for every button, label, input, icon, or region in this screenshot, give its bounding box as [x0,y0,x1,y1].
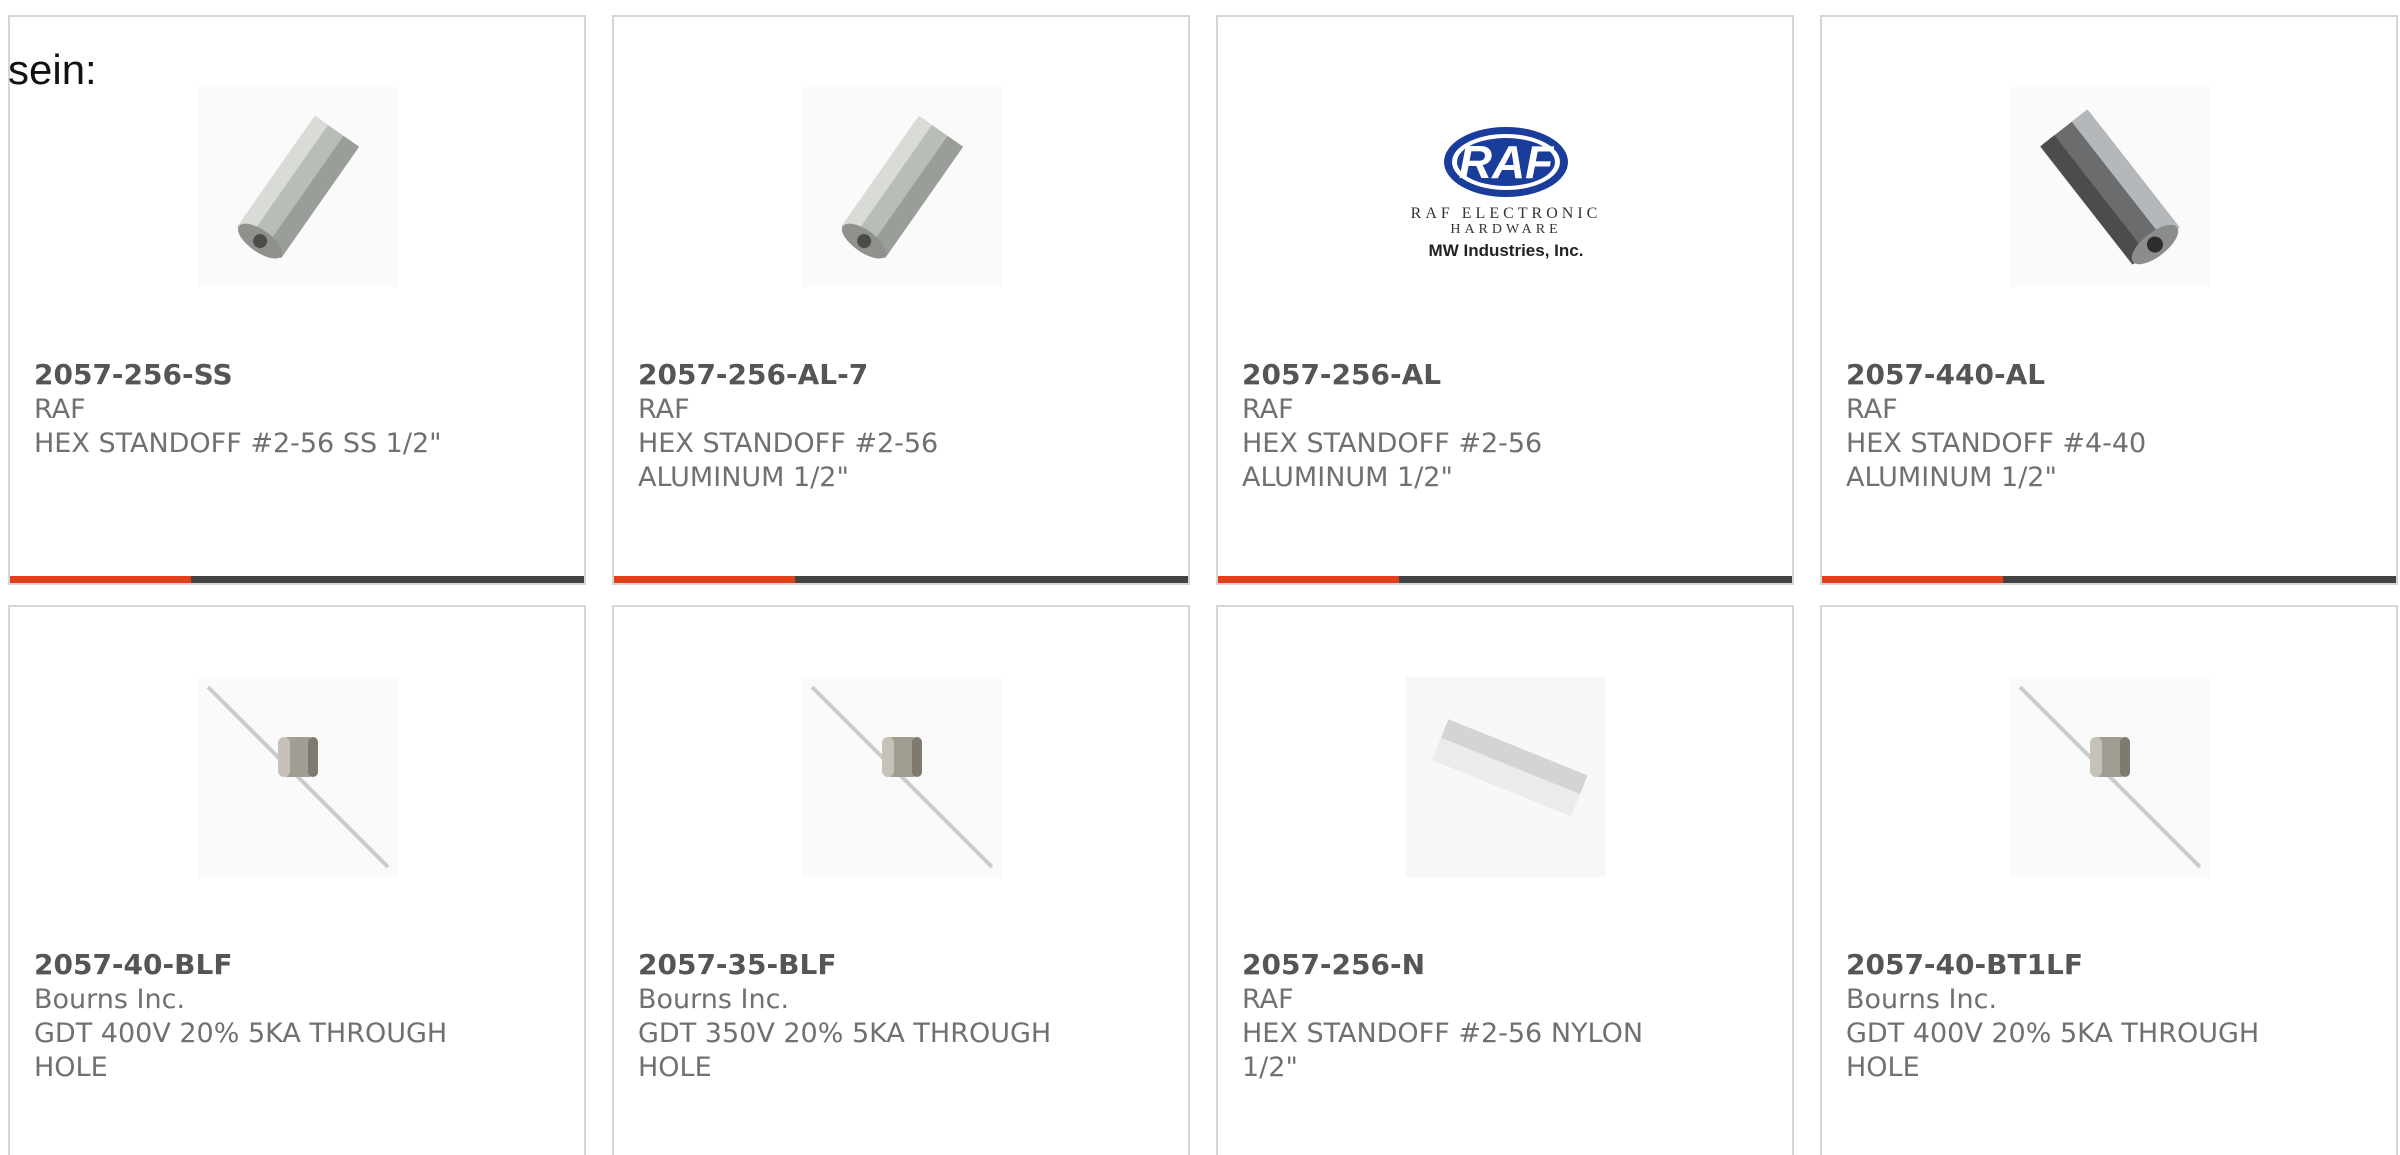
part-number-link[interactable]: 2057-256-SS [34,357,560,393]
product-description: GDT 400V 20% 5KA THROUGH HOLE [1846,1018,2260,1083]
hex-standoff-steel-icon [802,87,1002,287]
logo-line-2: HARDWARE [1450,222,1561,237]
product-grid: 2057-256-SS RAF HEX STANDOFF #2-56 SS 1/… [8,15,2400,1155]
manufacturer-name: RAF [1846,394,1898,425]
gdt-axial-icon [802,677,1002,877]
product-card[interactable]: 2057-256-SS RAF HEX STANDOFF #2-56 SS 1/… [8,15,586,585]
product-card[interactable]: 2057-256-N RAF HEX STANDOFF #2-56 NYLON … [1216,605,1794,1155]
manufacturer-name: RAF [34,394,86,425]
logo-text: RAF [1459,136,1555,188]
part-number-link[interactable]: 2057-256-AL [1242,357,1768,393]
gdt-axial-icon [198,677,398,877]
progress-fill [1218,576,1399,583]
logo-line-1: RAF ELECTRONIC [1411,205,1602,222]
part-number-link[interactable]: 2057-40-BLF [34,947,560,983]
manufacturer-name: RAF [1242,984,1294,1015]
nylon-standoff-icon [1406,677,1606,877]
product-description: GDT 400V 20% 5KA THROUGH HOLE [34,1018,448,1083]
product-description: HEX STANDOFF #2-56 SS 1/2" [34,428,442,459]
part-number-link[interactable]: 2057-440-AL [1846,357,2372,393]
manufacturer-name: RAF [638,394,690,425]
product-card[interactable]: 2057-35-BLF Bourns Inc. GDT 350V 20% 5KA… [612,605,1190,1155]
product-description: HEX STANDOFF #2-56 ALUMINUM 1/2" [638,428,939,493]
manufacturer-name: Bourns Inc. [638,984,790,1015]
product-description: HEX STANDOFF #4-40 ALUMINUM 1/2" [1846,428,2147,493]
manufacturer-name: RAF [1242,394,1294,425]
logo-line-3: MW Industries, Inc. [1429,241,1584,260]
progress-bar [1218,576,1792,583]
product-card[interactable]: RAF RAF ELECTRONIC HARDWARE MW Industrie… [1216,15,1794,585]
progress-fill [614,576,795,583]
part-number-link[interactable]: 2057-256-N [1242,947,1768,983]
progress-bar [614,576,1188,583]
gdt-axial-icon [2010,677,2210,877]
manufacturer-name: Bourns Inc. [1846,984,1998,1015]
part-number-link[interactable]: 2057-256-AL-7 [638,357,1164,393]
hex-standoff-steel-icon [198,87,398,287]
product-card[interactable]: 2057-40-BT1LF Bourns Inc. GDT 400V 20% 5… [1820,605,2398,1155]
progress-fill [10,576,191,583]
intro-text: sein: [8,46,97,93]
product-description: HEX STANDOFF #2-56 ALUMINUM 1/2" [1242,428,1543,493]
product-card[interactable]: 2057-40-BLF Bourns Inc. GDT 400V 20% 5KA… [8,605,586,1155]
product-description: HEX STANDOFF #2-56 NYLON 1/2" [1242,1018,1644,1083]
progress-bar [10,576,584,583]
product-card[interactable]: 2057-256-AL-7 RAF HEX STANDOFF #2-56 ALU… [612,15,1190,585]
raf-logo: RAF RAF ELECTRONIC HARDWARE MW Industrie… [1396,87,1616,287]
part-number-link[interactable]: 2057-35-BLF [638,947,1164,983]
progress-bar [1822,576,2396,583]
part-number-link[interactable]: 2057-40-BT1LF [1846,947,2372,983]
progress-fill [1822,576,2003,583]
product-card[interactable]: 2057-440-AL RAF HEX STANDOFF #4-40 ALUMI… [1820,15,2398,585]
manufacturer-name: Bourns Inc. [34,984,186,1015]
product-description: GDT 350V 20% 5KA THROUGH HOLE [638,1018,1052,1083]
hex-standoff-dark-icon [2010,87,2210,287]
